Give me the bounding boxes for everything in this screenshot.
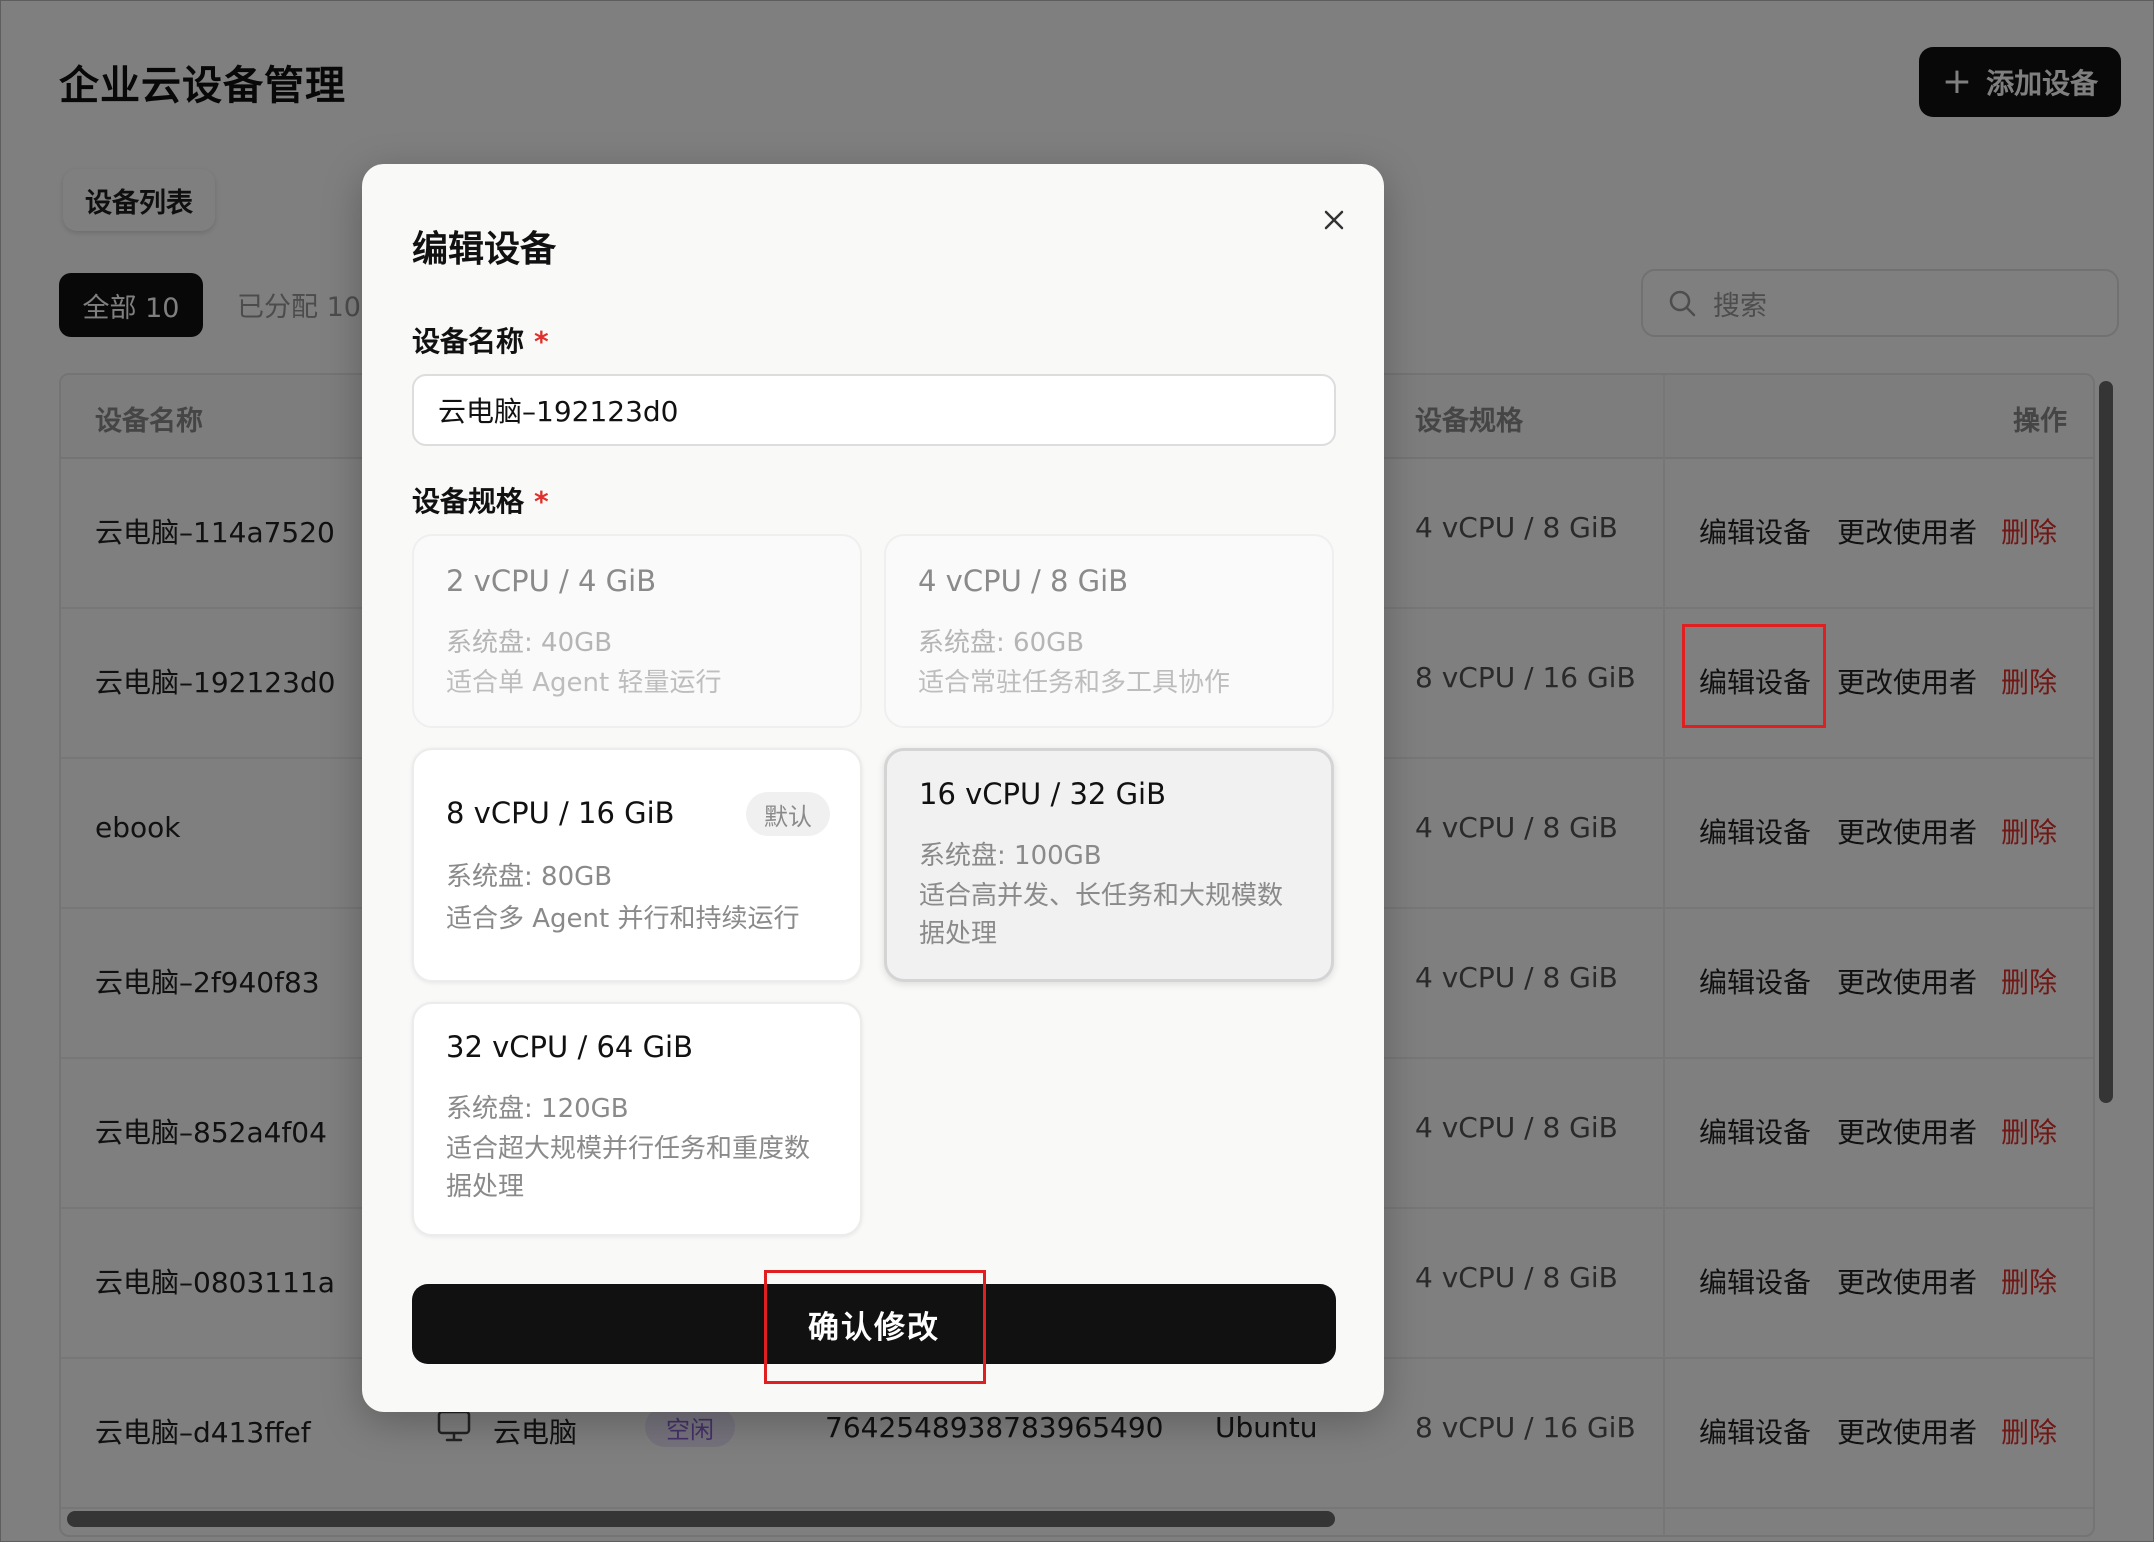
default-badge: 默认	[746, 792, 830, 836]
spec-disk: 系统盘: 80GB	[446, 862, 613, 892]
spec-title: 8 vCPU / 16 GiB	[446, 796, 675, 830]
spec-desc: 适合常驻任务和多工具协作	[918, 668, 1231, 698]
spec-disk: 系统盘: 120GB	[446, 1094, 629, 1124]
highlight-confirm	[764, 1270, 986, 1384]
spec-option-16vcpu[interactable]: 16 vCPU / 32 GiB 系统盘: 100GB 适合高并发、长任务和大规…	[884, 748, 1334, 982]
spec-desc: 适合高并发、长任务和大规模数据处理	[919, 881, 1284, 949]
spec-disk: 系统盘: 100GB	[919, 841, 1102, 871]
close-icon[interactable]	[1314, 200, 1354, 240]
dialog-title: 编辑设备	[412, 229, 557, 270]
highlight-edit-device	[1682, 624, 1826, 728]
spec-option-2vcpu: 2 vCPU / 4 GiB 系统盘: 40GB 适合单 Agent 轻量运行	[412, 534, 862, 728]
spec-desc: 适合多 Agent 并行和持续运行	[446, 904, 800, 934]
device-name-label: 设备名称 *	[412, 320, 549, 360]
device-name-label-text: 设备名称	[412, 325, 525, 358]
device-spec-label: 设备规格 *	[412, 480, 549, 520]
device-spec-label-text: 设备规格	[412, 485, 525, 518]
spec-title: 16 vCPU / 32 GiB	[919, 777, 1166, 811]
spec-desc: 适合单 Agent 轻量运行	[446, 668, 722, 698]
spec-title: 2 vCPU / 4 GiB	[446, 564, 657, 598]
spec-disk: 系统盘: 40GB	[446, 628, 613, 658]
spec-option-4vcpu: 4 vCPU / 8 GiB 系统盘: 60GB 适合常驻任务和多工具协作	[884, 534, 1334, 728]
device-name-field[interactable]	[412, 374, 1336, 446]
spec-title: 4 vCPU / 8 GiB	[918, 564, 1129, 598]
spec-option-8vcpu[interactable]: 8 vCPU / 16 GiB 默认 系统盘: 80GB 适合多 Agent 并…	[412, 748, 862, 982]
edit-device-dialog: 编辑设备 设备名称 * 设备规格 * 2 vCPU / 4 GiB 系统盘: 40G…	[362, 164, 1384, 1412]
spec-title: 32 vCPU / 64 GiB	[446, 1030, 693, 1064]
spec-disk: 系统盘: 60GB	[918, 628, 1085, 658]
required-mark: *	[534, 485, 549, 518]
spec-option-32vcpu[interactable]: 32 vCPU / 64 GiB 系统盘: 120GB 适合超大规模并行任务和重…	[412, 1002, 862, 1236]
spec-desc: 适合超大规模并行任务和重度数据处理	[446, 1134, 811, 1202]
required-mark: *	[534, 325, 549, 358]
